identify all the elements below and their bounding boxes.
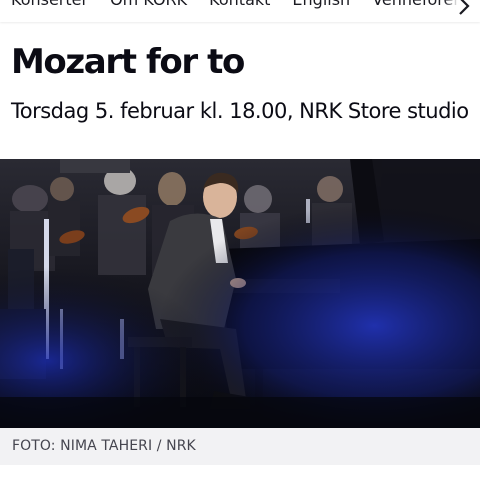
nav-item-om-kork[interactable]: Om KORK [110,0,187,9]
top-navigation: Konserter Om KORK Kontakt English Vennef… [0,0,480,22]
nav-scroll-button[interactable] [444,0,480,22]
chevron-right-icon [459,0,470,15]
photo-credit: FOTO: NIMA TAHERI / NRK [12,438,196,454]
nav-item-kontakt[interactable]: Kontakt [209,0,270,9]
event-date-location: Torsdag 5. februar kl. 18.00, NRK Store … [11,99,469,123]
concert-photo-image [0,159,480,428]
page-bottom [0,465,480,480]
nav-item-konserter[interactable]: Konserter [11,0,88,9]
nav-item-english[interactable]: English [292,0,350,9]
page-title: Mozart for to [11,42,245,82]
concert-photo [0,159,480,428]
photo-caption-bar: FOTO: NIMA TAHERI / NRK [0,428,480,465]
nav-items: Konserter Om KORK Kontakt English Vennef… [11,0,480,9]
